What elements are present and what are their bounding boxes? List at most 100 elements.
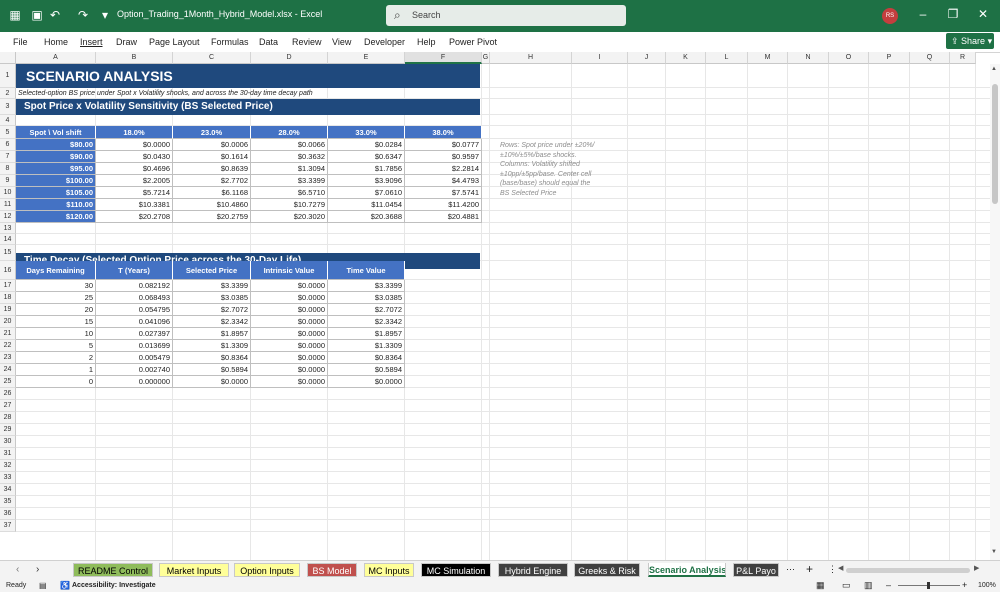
sensitivity-header-cell[interactable]: 28.0% bbox=[251, 126, 328, 139]
close-icon[interactable]: ✕ bbox=[976, 7, 990, 21]
decay-value-cell[interactable]: 5 bbox=[16, 340, 96, 352]
sensitivity-value-cell[interactable]: $5.7214 bbox=[96, 187, 173, 199]
sheet-tab-mc-inputs[interactable]: MC Inputs bbox=[364, 563, 414, 577]
decay-value-cell[interactable]: $0.0000 bbox=[251, 328, 328, 340]
decay-value-cell[interactable]: $1.8957 bbox=[173, 328, 251, 340]
menu-developer[interactable]: Developer bbox=[364, 37, 405, 47]
spot-row-label[interactable]: $120.00 bbox=[16, 211, 96, 223]
row-header-19[interactable]: 19 bbox=[0, 304, 16, 316]
column-header-b[interactable]: B bbox=[96, 52, 173, 64]
redo-icon[interactable]: ↷ bbox=[76, 8, 90, 22]
row-header-4[interactable]: 4 bbox=[0, 115, 16, 126]
sensitivity-value-cell[interactable]: $0.4696 bbox=[96, 163, 173, 175]
row-header-8[interactable]: 8 bbox=[0, 163, 16, 175]
decay-value-cell[interactable]: $3.3399 bbox=[173, 280, 251, 292]
column-header-r[interactable]: R bbox=[950, 52, 976, 64]
decay-value-cell[interactable]: 0.027397 bbox=[96, 328, 173, 340]
sheet-tab-option-inputs[interactable]: Option Inputs bbox=[234, 563, 300, 577]
decay-value-cell[interactable]: $3.0385 bbox=[173, 292, 251, 304]
decay-value-cell[interactable]: $0.0000 bbox=[251, 364, 328, 376]
sheet-tab-scenario-analysis[interactable]: Scenario Analysis bbox=[648, 563, 726, 577]
spot-row-label[interactable]: $95.00 bbox=[16, 163, 96, 175]
column-header-p[interactable]: P bbox=[869, 52, 910, 64]
accessibility-status[interactable]: Accessibility: Investigate bbox=[72, 582, 156, 589]
column-header-q[interactable]: Q bbox=[910, 52, 950, 64]
select-all-corner[interactable] bbox=[0, 52, 16, 64]
save-icon[interactable]: ▣ bbox=[30, 8, 44, 22]
sheet-tab-bs-model[interactable]: BS Model bbox=[307, 563, 357, 577]
sheet-tab-greeks-risk[interactable]: Greeks & Risk bbox=[574, 563, 640, 577]
row-header-28[interactable]: 28 bbox=[0, 412, 16, 424]
spot-row-label[interactable]: $110.00 bbox=[16, 199, 96, 211]
decay-value-cell[interactable]: $2.3342 bbox=[173, 316, 251, 328]
sensitivity-header-cell[interactable]: 38.0% bbox=[405, 126, 482, 139]
spot-row-label[interactable]: $100.00 bbox=[16, 175, 96, 187]
menu-page-layout[interactable]: Page Layout bbox=[149, 37, 200, 47]
row-header-20[interactable]: 20 bbox=[0, 316, 16, 328]
sensitivity-value-cell[interactable]: $3.3399 bbox=[251, 175, 328, 187]
menu-review[interactable]: Review bbox=[292, 37, 322, 47]
quick-access-dropdown-icon[interactable]: ▾ bbox=[98, 8, 112, 22]
spot-row-label[interactable]: $80.00 bbox=[16, 139, 96, 151]
spot-row-label[interactable]: $90.00 bbox=[16, 151, 96, 163]
row-header-36[interactable]: 36 bbox=[0, 508, 16, 520]
row-header-25[interactable]: 25 bbox=[0, 376, 16, 388]
sensitivity-value-cell[interactable]: $0.0284 bbox=[328, 139, 405, 151]
column-header-i[interactable]: I bbox=[572, 52, 628, 64]
decay-header-cell[interactable]: Time Value bbox=[328, 261, 405, 280]
row-header-33[interactable]: 33 bbox=[0, 472, 16, 484]
decay-value-cell[interactable]: 30 bbox=[16, 280, 96, 292]
column-header-j[interactable]: J bbox=[628, 52, 666, 64]
sheet-tab-hybrid-engine[interactable]: Hybrid Engine bbox=[498, 563, 568, 577]
column-header-d[interactable]: D bbox=[251, 52, 328, 64]
decay-value-cell[interactable]: $1.3309 bbox=[328, 340, 405, 352]
sensitivity-value-cell[interactable]: $0.6347 bbox=[328, 151, 405, 163]
sheet-tab-mc-simulation[interactable]: MC Simulation bbox=[421, 563, 491, 577]
menu-help[interactable]: Help bbox=[417, 37, 436, 47]
spot-row-label[interactable]: $105.00 bbox=[16, 187, 96, 199]
worksheet-grid[interactable]: SCENARIO ANALYSIS Selected-option BS pri… bbox=[16, 64, 990, 560]
sensitivity-value-cell[interactable]: $6.1168 bbox=[173, 187, 251, 199]
decay-value-cell[interactable]: 25 bbox=[16, 292, 96, 304]
sensitivity-value-cell[interactable]: $0.0000 bbox=[96, 139, 173, 151]
sensitivity-value-cell[interactable]: $0.0777 bbox=[405, 139, 482, 151]
decay-value-cell[interactable]: 0.013699 bbox=[96, 340, 173, 352]
sheet-tab-p-l-payo[interactable]: P&L Payo bbox=[733, 563, 779, 577]
row-header-12[interactable]: 12 bbox=[0, 211, 16, 223]
add-sheet-icon[interactable]: + bbox=[806, 562, 813, 576]
decay-header-cell[interactable]: Selected Price bbox=[173, 261, 251, 280]
row-header-17[interactable]: 17 bbox=[0, 280, 16, 292]
decay-value-cell[interactable]: 2 bbox=[16, 352, 96, 364]
row-header-31[interactable]: 31 bbox=[0, 448, 16, 460]
row-header-30[interactable]: 30 bbox=[0, 436, 16, 448]
decay-value-cell[interactable]: 0.082192 bbox=[96, 280, 173, 292]
decay-value-cell[interactable]: $0.8364 bbox=[173, 352, 251, 364]
row-header-6[interactable]: 6 bbox=[0, 139, 16, 151]
sensitivity-value-cell[interactable]: $20.3688 bbox=[328, 211, 405, 223]
sensitivity-value-cell[interactable]: $11.0454 bbox=[328, 199, 405, 211]
sensitivity-value-cell[interactable]: $20.2759 bbox=[173, 211, 251, 223]
row-header-32[interactable]: 32 bbox=[0, 460, 16, 472]
row-header-14[interactable]: 14 bbox=[0, 234, 16, 245]
row-header-27[interactable]: 27 bbox=[0, 400, 16, 412]
row-header-37[interactable]: 37 bbox=[0, 520, 16, 532]
menu-view[interactable]: View bbox=[332, 37, 351, 47]
decay-value-cell[interactable]: $2.7072 bbox=[328, 304, 405, 316]
row-header-15[interactable]: 15 bbox=[0, 245, 16, 261]
menu-home[interactable]: Home bbox=[44, 37, 68, 47]
decay-value-cell[interactable]: $0.0000 bbox=[251, 376, 328, 388]
row-header-26[interactable]: 26 bbox=[0, 388, 16, 400]
vertical-scroll-thumb[interactable] bbox=[992, 84, 998, 204]
scroll-down-icon[interactable]: ▼ bbox=[991, 549, 997, 555]
column-header-c[interactable]: C bbox=[173, 52, 251, 64]
decay-value-cell[interactable]: $0.0000 bbox=[251, 352, 328, 364]
next-sheet-icon[interactable]: › bbox=[36, 564, 39, 575]
decay-value-cell[interactable]: $3.0385 bbox=[328, 292, 405, 304]
macro-record-icon[interactable]: ▤ bbox=[39, 581, 47, 590]
decay-value-cell[interactable]: 20 bbox=[16, 304, 96, 316]
row-header-23[interactable]: 23 bbox=[0, 352, 16, 364]
sensitivity-value-cell[interactable]: $0.0430 bbox=[96, 151, 173, 163]
page-layout-view-icon[interactable]: ▭ bbox=[842, 580, 851, 591]
sensitivity-value-cell[interactable]: $11.4200 bbox=[405, 199, 482, 211]
sensitivity-value-cell[interactable]: $0.8639 bbox=[173, 163, 251, 175]
